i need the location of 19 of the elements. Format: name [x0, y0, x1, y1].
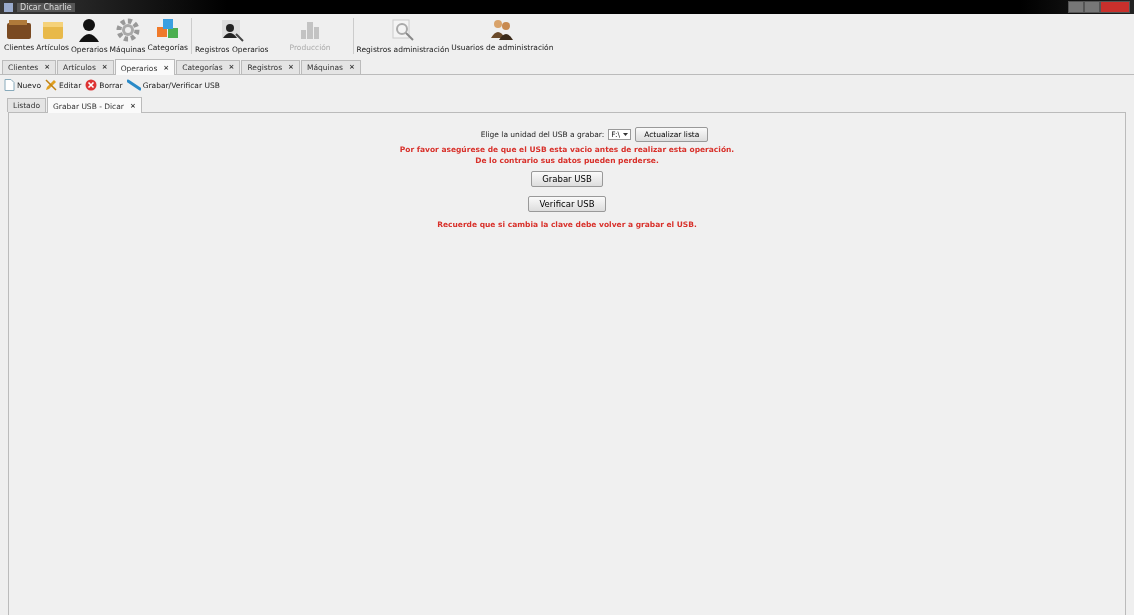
delete-icon [85, 79, 98, 91]
gear-icon [115, 18, 140, 42]
window-title: Dicar Charlie [17, 2, 75, 12]
minimize-button[interactable] [1068, 1, 1084, 13]
page-icon [4, 79, 15, 91]
search-icon [390, 18, 415, 42]
cubes-icon [154, 18, 181, 40]
wallet-icon [6, 18, 33, 40]
verify-usb-button[interactable]: Verificar USB [528, 196, 606, 212]
pencil-icon [45, 79, 57, 91]
people-icon [490, 18, 515, 40]
person-search-icon [219, 18, 244, 42]
close-button[interactable] [1100, 1, 1130, 13]
person-icon [78, 18, 101, 42]
usb-icon [126, 79, 141, 91]
maximize-button[interactable] [1084, 1, 1100, 13]
write-usb-button[interactable]: Grabar USB [531, 171, 603, 187]
app-icon [4, 2, 13, 12]
caret-icon [623, 133, 629, 136]
